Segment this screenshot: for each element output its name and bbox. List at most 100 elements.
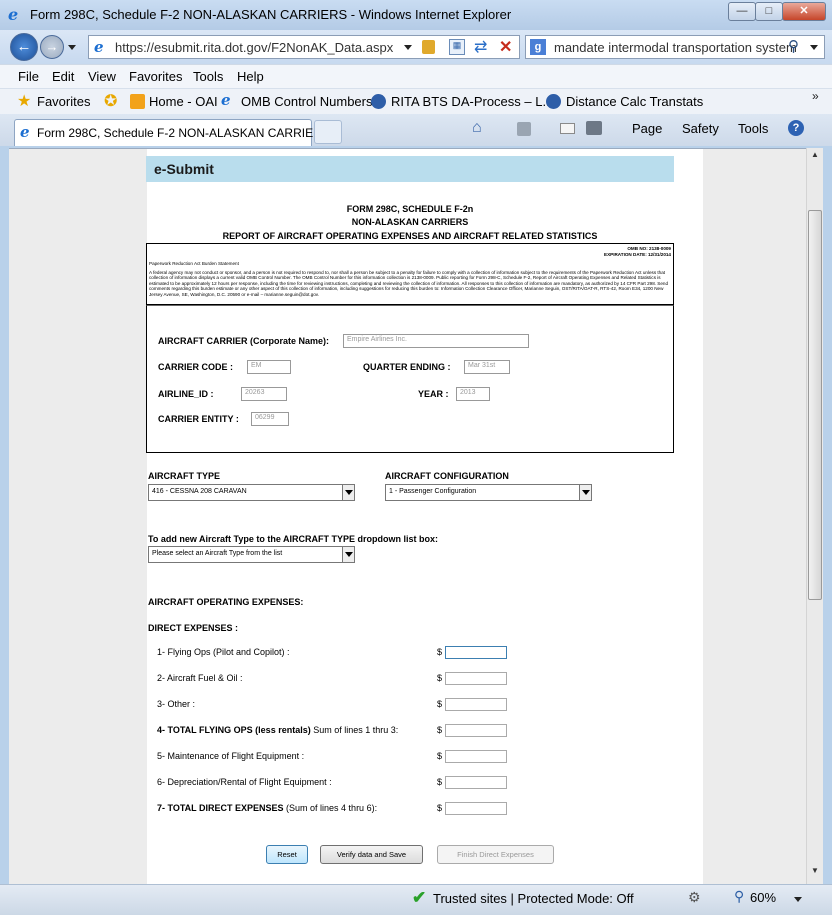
menu-tools[interactable]: Tools xyxy=(193,69,223,84)
search-icon[interactable]: ⚲ xyxy=(788,37,799,55)
stop-icon[interactable]: ✕ xyxy=(499,37,512,57)
expense-line-label: 6- Depreciation/Rental of Flight Equipme… xyxy=(157,777,332,787)
page-menu[interactable]: Page xyxy=(632,121,662,136)
chevron-down-icon[interactable] xyxy=(579,485,591,500)
currency-symbol: $ xyxy=(437,803,443,813)
year-label: YEAR : xyxy=(418,389,449,399)
checkmark-icon: ✔ xyxy=(412,888,427,907)
favorite-distance-calc[interactable]: Distance Calc Transtats xyxy=(566,94,703,109)
favorites-bar: ★ Favorites ✪ Home - OAI e OMB Control N… xyxy=(0,88,832,114)
tools-menu[interactable]: Tools xyxy=(738,121,768,136)
favorite-rita-bts[interactable]: RITA BTS DA-Process – L... xyxy=(391,94,553,109)
scroll-down-button[interactable]: ▼ xyxy=(808,866,822,880)
expense-amount-field[interactable] xyxy=(445,750,507,763)
close-button[interactable]: ✕ xyxy=(782,2,826,21)
verify-save-button[interactable]: Verify data and Save xyxy=(320,845,423,864)
chevron-right-icon[interactable]: » xyxy=(812,89,819,103)
carrier-code-field[interactable]: EM xyxy=(247,360,291,374)
scroll-up-button[interactable]: ▲ xyxy=(808,150,822,164)
minimize-button[interactable]: — xyxy=(728,2,756,21)
add-favorite-icon[interactable]: ✪ xyxy=(104,91,117,111)
favorites-star-icon: ★ xyxy=(17,93,32,110)
menu-favorites[interactable]: Favorites xyxy=(129,69,182,84)
favorite-home-oai[interactable]: Home - OAI xyxy=(149,94,218,109)
search-box[interactable]: g mandate intermodal transportation syst… xyxy=(525,35,825,59)
rita-icon xyxy=(371,94,386,109)
reset-button[interactable]: Reset xyxy=(266,845,308,864)
expense-amount-field[interactable] xyxy=(445,802,507,815)
safety-menu[interactable]: Safety xyxy=(682,121,719,136)
expense-amount-field[interactable] xyxy=(445,672,507,685)
feeds-icon[interactable] xyxy=(517,122,531,136)
vertical-scrollbar[interactable]: ▲ ▼ xyxy=(806,148,823,884)
expense-line-rest-text: Sum of lines 1 thru 3: xyxy=(310,725,399,735)
ie-page-icon: e xyxy=(20,123,30,141)
quarter-ending-field[interactable]: Mar 31st xyxy=(464,360,510,374)
compatibility-icon[interactable]: ▦ xyxy=(449,39,465,55)
quarter-ending-label: QUARTER ENDING : xyxy=(363,362,451,372)
expense-amount-field[interactable] xyxy=(445,776,507,789)
security-zone-text[interactable]: Trusted sites | Protected Mode: Off xyxy=(433,891,634,906)
menu-file[interactable]: File xyxy=(18,69,39,84)
chevron-down-icon[interactable] xyxy=(342,485,354,500)
currency-symbol: $ xyxy=(437,751,443,761)
carrier-name-label: AIRCRAFT CARRIER (Corporate Name): xyxy=(158,336,330,346)
zoom-dropdown-icon[interactable] xyxy=(794,897,802,902)
aircraft-config-select[interactable]: 1 - Passenger Configuration xyxy=(385,484,592,501)
expense-line-label: 3- Other : xyxy=(157,699,196,709)
chevron-down-icon[interactable] xyxy=(342,547,354,562)
history-dropdown-icon[interactable] xyxy=(68,45,76,50)
menu-edit[interactable]: Edit xyxy=(52,69,74,84)
aircraft-type-select[interactable]: 416 - CESSNA 208 CARAVAN xyxy=(148,484,355,501)
airline-id-field[interactable]: 20263 xyxy=(241,387,287,401)
lock-icon[interactable] xyxy=(422,40,435,54)
expense-line-bold-text: 7- TOTAL DIRECT EXPENSES xyxy=(157,803,284,813)
address-dropdown-icon[interactable] xyxy=(404,45,412,50)
forward-button[interactable]: → xyxy=(40,35,64,59)
tab-active[interactable]: e Form 298C, Schedule F-2 NON-ALASKAN CA… xyxy=(14,119,323,146)
maximize-button[interactable]: □ xyxy=(755,2,783,21)
add-aircraft-type-value: Please select an Aircraft Type from the … xyxy=(152,550,283,557)
esubmit-header: e-Submit xyxy=(146,156,674,182)
finish-direct-expenses-button[interactable]: Finish Direct Expenses xyxy=(437,845,554,864)
currency-symbol: $ xyxy=(437,777,443,787)
address-bar[interactable]: e https://esubmit.rita.dot.gov/F2NonAK_D… xyxy=(88,35,520,59)
search-dropdown-icon[interactable] xyxy=(810,45,818,50)
expense-line-label: 7- TOTAL DIRECT EXPENSES (Sum of lines 4… xyxy=(157,803,377,813)
window-title: Form 298C, Schedule F-2 NON-ALASKAN CARR… xyxy=(30,7,512,22)
zoom-icon[interactable]: ⚲ xyxy=(734,888,744,905)
favorites-button[interactable]: Favorites xyxy=(37,94,90,109)
expense-line-bold-text: 4- TOTAL FLYING OPS (less rentals) xyxy=(157,725,311,735)
carrier-name-field[interactable]: Empire Airlines Inc. xyxy=(343,334,529,348)
ie-logo-icon: e xyxy=(8,5,19,24)
search-input[interactable]: mandate intermodal transportation system xyxy=(554,40,797,55)
protected-mode-icon[interactable]: ⚙ xyxy=(688,889,701,906)
menu-view[interactable]: View xyxy=(88,69,116,84)
mail-icon[interactable] xyxy=(560,123,575,134)
tab-label: Form 298C, Schedule F-2 NON-ALASKAN CARR… xyxy=(37,126,324,140)
add-aircraft-type-select[interactable]: Please select an Aircraft Type from the … xyxy=(148,546,355,563)
home-icon[interactable]: ⌂ xyxy=(472,119,482,137)
expense-amount-field[interactable] xyxy=(445,724,507,737)
expense-amount-field[interactable] xyxy=(445,698,507,711)
menu-help[interactable]: Help xyxy=(237,69,264,84)
favorite-omb-control-numbers[interactable]: OMB Control Numbers xyxy=(241,94,372,109)
expense-line-label: 4- TOTAL FLYING OPS (less rentals) Sum o… xyxy=(157,725,398,735)
airline-id-label: AIRLINE_ID : xyxy=(158,389,214,399)
print-icon[interactable] xyxy=(586,121,602,135)
carrier-entity-label: CARRIER ENTITY : xyxy=(158,414,239,424)
new-tab-button[interactable] xyxy=(314,120,342,144)
menu-bar: File Edit View Favorites Tools Help xyxy=(0,64,832,88)
carrier-entity-field[interactable]: 06299 xyxy=(251,412,289,426)
oai-icon xyxy=(130,94,145,109)
year-field[interactable]: 2013 xyxy=(456,387,490,401)
currency-symbol: $ xyxy=(437,699,443,709)
refresh-icon[interactable]: ⇄ xyxy=(474,37,487,57)
zoom-level[interactable]: 60% xyxy=(750,890,776,905)
aircraft-config-label: AIRCRAFT CONFIGURATION xyxy=(385,471,509,481)
expense-amount-field[interactable] xyxy=(445,646,507,659)
add-aircraft-type-label: To add new Aircraft Type to the AIRCRAFT… xyxy=(148,534,438,544)
help-icon[interactable]: ? xyxy=(788,120,804,136)
back-button[interactable]: ← xyxy=(10,33,38,61)
scroll-thumb[interactable] xyxy=(808,210,822,600)
